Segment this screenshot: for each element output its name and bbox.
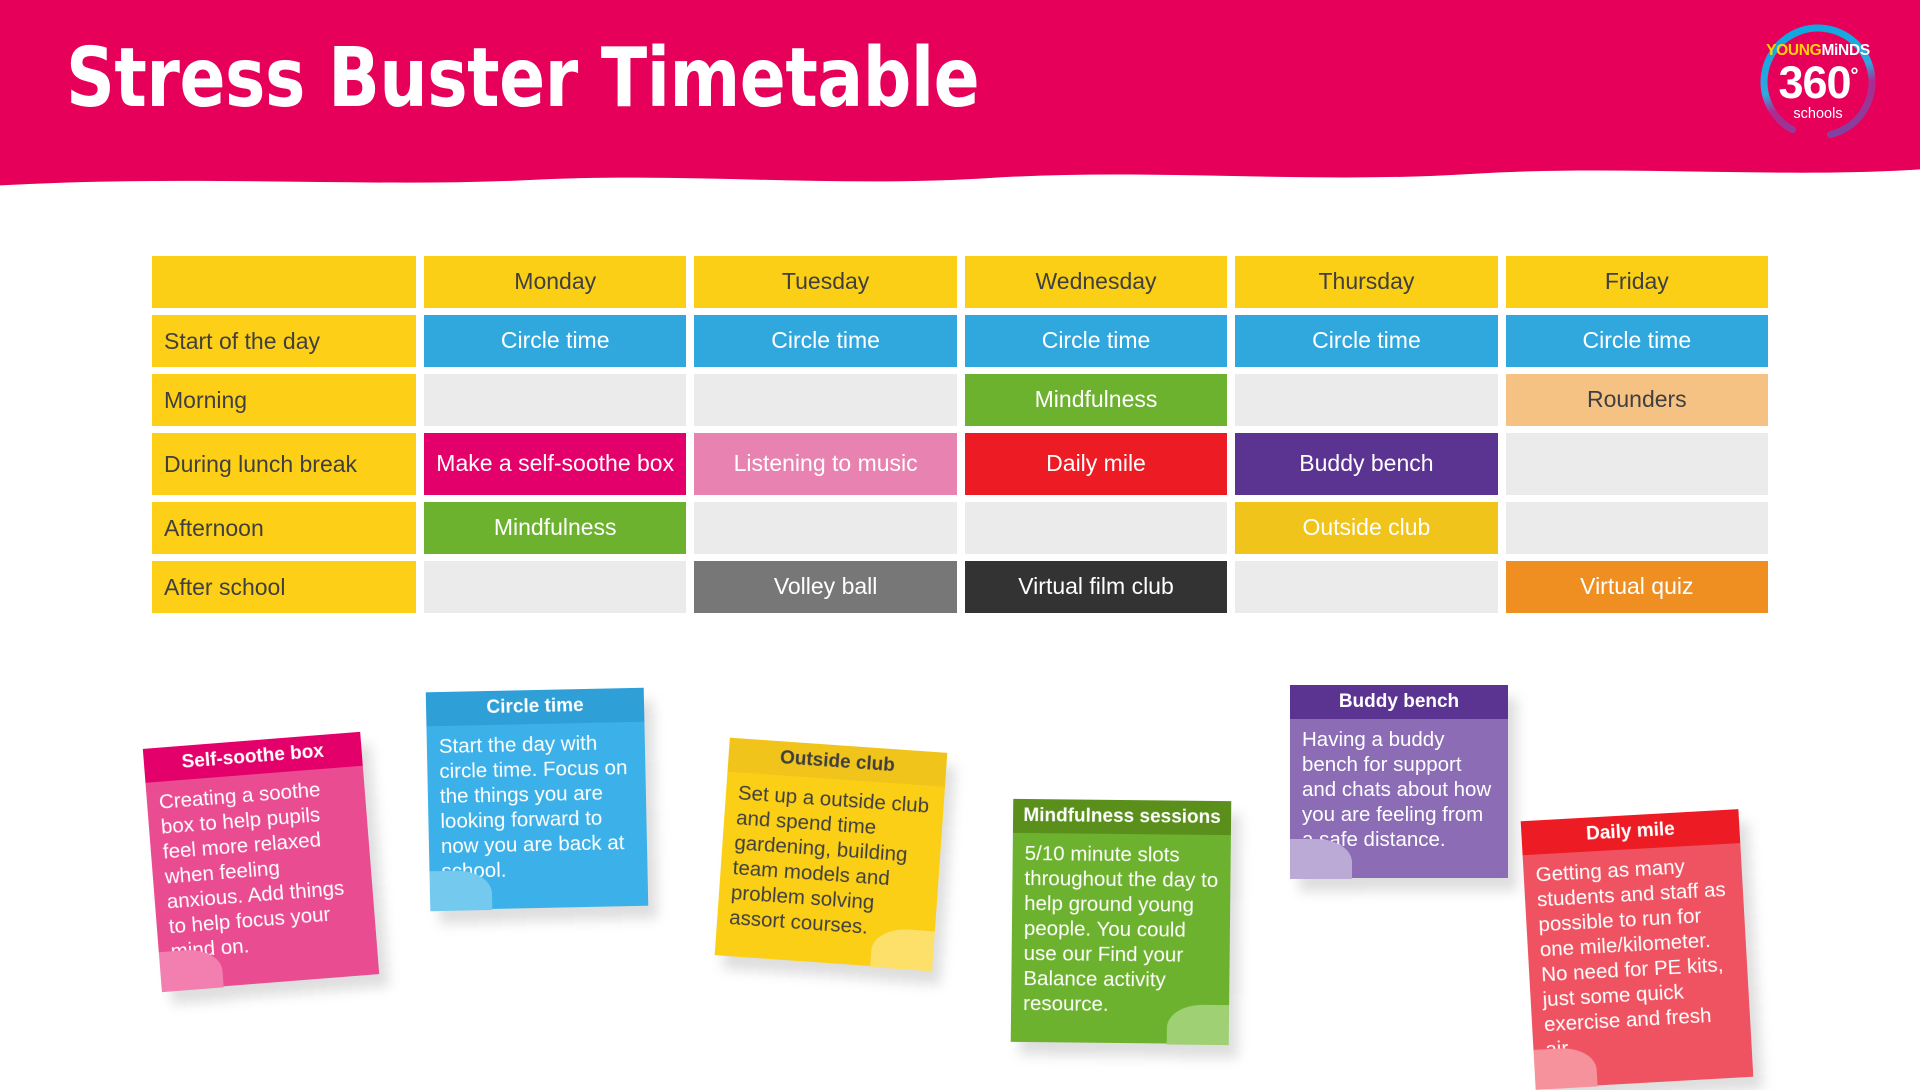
- sticky-note-daily-mile[interactable]: Daily mile Getting as many students and s…: [1520, 809, 1754, 1090]
- sticky-note-body: Start the day with circle time. Focus on…: [426, 721, 649, 911]
- banner-torn-edge: [0, 160, 1920, 200]
- timetable-cell-outside-club[interactable]: Outside club: [1235, 502, 1498, 554]
- timetable-row: Morning Mindfulness Rounders: [152, 374, 1769, 426]
- timetable-day-header-monday: Monday: [424, 256, 687, 308]
- timetable-cell-volley-ball[interactable]: Volley ball: [694, 561, 957, 613]
- timetable-cell-make-a-self-soothe-box[interactable]: Make a self-soothe box: [424, 433, 687, 495]
- timetable-day-header-tuesday: Tuesday: [694, 256, 957, 308]
- timetable-day-header-thursday: Thursday: [1235, 256, 1498, 308]
- sticky-note-self-soothe-box[interactable]: Self-soothe box Creating a soothe box to …: [142, 731, 380, 993]
- sticky-note-body: Having a buddy bench for support and cha…: [1290, 718, 1508, 878]
- timetable-cell-mindfulness[interactable]: Mindfulness: [964, 374, 1228, 426]
- timetable-row-label: Morning: [152, 374, 416, 426]
- timetable-corner-cell: [152, 256, 416, 308]
- timetable-cell-circle-time[interactable]: Circle time: [694, 315, 957, 367]
- logo-ring-icon: [1760, 24, 1876, 140]
- timetable-header-row: Monday Tuesday Wednesday Thursday Friday: [152, 256, 1769, 308]
- timetable-cell-empty: [1505, 433, 1769, 495]
- header-banner: Stress Buster Timetable YOUNGMiNDS 360° …: [0, 0, 1920, 200]
- timetable-cell-empty: [694, 502, 957, 554]
- timetable-row-label: Start of the day: [152, 315, 416, 367]
- timetable-cell-circle-time[interactable]: Circle time: [964, 315, 1228, 367]
- youngminds-360-schools-logo: YOUNGMiNDS 360° schools: [1754, 18, 1882, 146]
- timetable-cell-empty: [964, 502, 1228, 554]
- timetable-cell-circle-time[interactable]: Circle time: [1505, 315, 1769, 367]
- stress-buster-timetable: Monday Tuesday Wednesday Thursday Friday Star…: [152, 256, 1769, 620]
- sticky-note-title: Buddy bench: [1290, 685, 1508, 719]
- timetable-cell-circle-time[interactable]: Circle time: [424, 315, 687, 367]
- timetable-cell-empty: [1235, 374, 1498, 426]
- timetable-row-label: During lunch break: [152, 433, 416, 495]
- timetable-cell-empty: [1505, 502, 1769, 554]
- timetable-cell-empty: [424, 561, 687, 613]
- sticky-note-circle-time[interactable]: Circle time Start the day with circle tim…: [425, 687, 649, 912]
- sticky-note-body: Creating a soothe box to help pupils fee…: [145, 765, 380, 992]
- timetable-row: Start of the day Circle time Circle time Ci…: [152, 315, 1769, 367]
- timetable-row-label: After school: [152, 561, 416, 613]
- timetable-row: After school Volley ball Virtual film club…: [152, 561, 1769, 613]
- timetable-row: During lunch break Make a self-soothe box…: [152, 433, 1769, 495]
- sticky-note-body: 5/10 minute slots throughout the day to …: [1010, 832, 1231, 1045]
- sticky-note-body: Set up a outside club and spend time gar…: [714, 771, 945, 971]
- timetable-row-label: Afternoon: [152, 502, 416, 554]
- timetable-row: Afternoon Mindfulness Outside club: [152, 502, 1769, 554]
- timetable-cell-virtual-quiz[interactable]: Virtual quiz: [1505, 561, 1769, 613]
- sticky-note-title: Mindfulness sessions: [1012, 798, 1232, 836]
- page-title: Stress Buster Timetable: [66, 31, 980, 126]
- timetable-day-header-friday: Friday: [1505, 256, 1769, 308]
- sticky-note-body: Getting as many students and staff as po…: [1522, 842, 1754, 1089]
- timetable-cell-circle-time[interactable]: Circle time: [1235, 315, 1498, 367]
- sticky-note-buddy-bench[interactable]: Buddy bench Having a buddy bench for supp…: [1290, 685, 1508, 879]
- sticky-note-mindfulness-sessions[interactable]: Mindfulness sessions 5/10 minute slots th…: [1010, 798, 1232, 1046]
- timetable-cell-listening-to-music[interactable]: Listening to music: [694, 433, 957, 495]
- timetable-cell-mindfulness[interactable]: Mindfulness: [424, 502, 687, 554]
- sticky-note-title: Circle time: [425, 687, 645, 727]
- timetable-cell-empty: [424, 374, 687, 426]
- sticky-note-outside-club[interactable]: Outside club Set up a outside club and sp…: [714, 737, 948, 972]
- timetable-cell-rounders[interactable]: Rounders: [1505, 374, 1769, 426]
- timetable-cell-daily-mile[interactable]: Daily mile: [964, 433, 1228, 495]
- timetable-cell-empty: [694, 374, 957, 426]
- timetable-cell-empty: [1235, 561, 1498, 613]
- timetable-cell-virtual-film-club[interactable]: Virtual film club: [964, 561, 1228, 613]
- timetable-cell-buddy-bench[interactable]: Buddy bench: [1235, 433, 1498, 495]
- timetable-day-header-wednesday: Wednesday: [964, 256, 1228, 308]
